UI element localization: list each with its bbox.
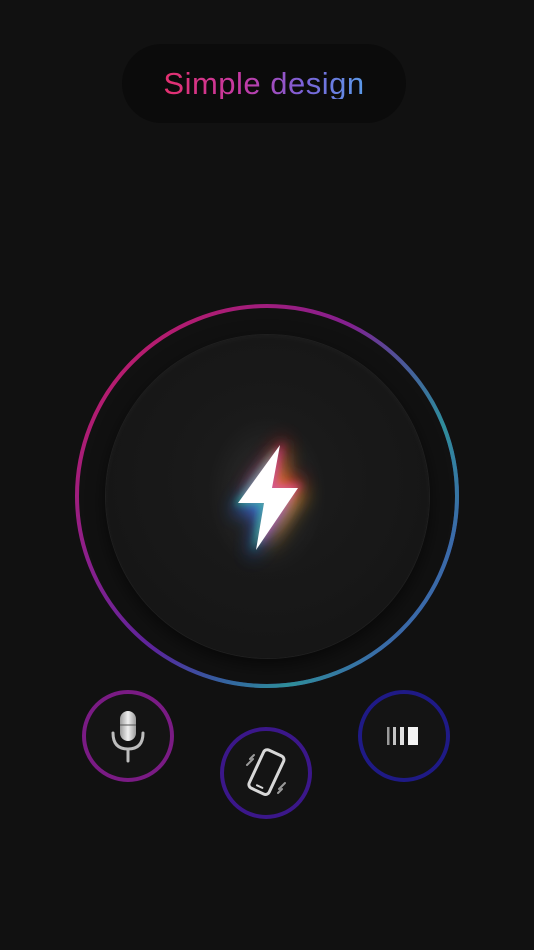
- vibrate-button[interactable]: [220, 727, 312, 819]
- vibrate-phone-icon: [246, 748, 286, 796]
- microphone-button[interactable]: [82, 690, 174, 782]
- strobe-button[interactable]: [358, 690, 450, 782]
- page-title: Simple design: [163, 66, 365, 101]
- title-pill: Simple design: [122, 44, 406, 123]
- strobe-bars-icon: [387, 727, 418, 745]
- lightning-bolt-icon: [207, 415, 327, 575]
- microphone-icon: [111, 711, 145, 763]
